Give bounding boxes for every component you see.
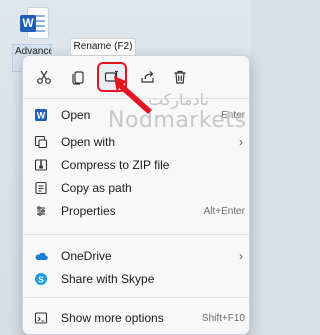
menu-item-label: Copy as path [61, 181, 132, 195]
word-badge: W [20, 15, 36, 32]
properties-icon [33, 203, 49, 219]
red-pointer-arrow-icon [114, 76, 152, 114]
menu-item-copy-as-path[interactable]: Copy as path [23, 177, 249, 199]
menu-item-compress-zip[interactable]: Compress to ZIP file [23, 154, 249, 176]
svg-text:S: S [38, 274, 44, 284]
menu-item-label: Open with [61, 135, 116, 149]
rename-tooltip: Rename (F2) [70, 38, 136, 56]
delete-button[interactable] [167, 64, 193, 90]
copy-icon [72, 71, 84, 85]
menu-item-label: OneDrive [61, 249, 112, 263]
more-options-icon [33, 310, 49, 326]
chevron-right-icon: › [239, 135, 243, 149]
menu-item-label: Share with Skype [61, 272, 155, 286]
word-file-icon[interactable]: W [20, 8, 50, 42]
open-with-icon [33, 134, 49, 150]
separator [23, 297, 249, 298]
cut-button[interactable] [31, 64, 57, 90]
onedrive-icon [33, 248, 49, 264]
menu-item-label: Open [61, 108, 91, 122]
separator [23, 234, 249, 235]
menu-item-properties[interactable]: Properties Alt+Enter [23, 200, 249, 222]
menu-item-show-more-options[interactable]: Show more options Shift+F10 [23, 307, 249, 329]
menu-item-shortcut: Alt+Enter [203, 205, 245, 217]
menu-item-share-skype[interactable]: S Share with Skype [23, 268, 249, 290]
skype-icon: S [33, 271, 49, 287]
word-icon: W [33, 107, 49, 123]
menu-item-onedrive[interactable]: OneDrive › [23, 245, 249, 267]
chevron-right-icon: › [239, 249, 243, 263]
copy-path-icon [33, 180, 49, 196]
svg-text:W: W [37, 111, 46, 121]
menu-item-label: Show more options [61, 311, 164, 325]
menu-item-label: Properties [61, 204, 116, 218]
scissors-icon [37, 70, 51, 84]
trash-icon [174, 70, 186, 84]
menu-item-label: Compress to ZIP file [61, 158, 170, 172]
menu-item-shortcut: Shift+F10 [201, 312, 245, 324]
copy-button[interactable] [65, 64, 91, 90]
zip-icon [33, 157, 49, 173]
menu-item-open-with[interactable]: Open with › [23, 131, 249, 153]
